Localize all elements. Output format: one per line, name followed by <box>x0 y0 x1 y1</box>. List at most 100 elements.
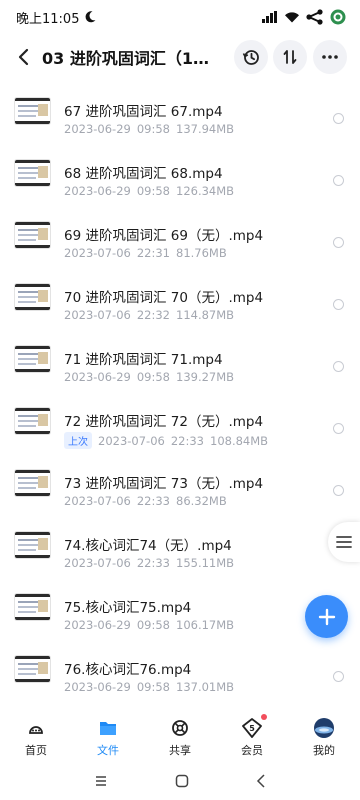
file-row[interactable]: 73 进阶巩固词汇 73（无）.mp4 2023-07-06 22:33 86.… <box>0 452 360 514</box>
file-date: 2023-06-29 <box>64 184 131 198</box>
file-meta: 2023-06-29 09:58 126.34MB <box>64 184 234 198</box>
file-meta: 2023-07-06 22:32 114.87MB <box>64 308 234 322</box>
select-checkbox[interactable] <box>333 175 344 186</box>
file-row[interactable]: 74.核心词汇74（无）.mp4 2023-07-06 22:33 155.11… <box>0 514 360 576</box>
file-size: 137.01MB <box>176 680 235 694</box>
file-date: 2023-06-29 <box>64 680 131 694</box>
file-date: 2023-07-06 <box>98 433 165 448</box>
file-meta: 2023-06-29 09:58 139.27MB <box>64 370 234 384</box>
file-time: 09:58 <box>136 618 170 632</box>
sort-icon <box>283 50 297 64</box>
file-row[interactable]: 76.核心词汇76.mp4 2023-06-29 09:58 137.01MB <box>0 638 360 700</box>
tab-profile[interactable]: 我的 <box>288 712 360 762</box>
tab-label: 首页 <box>25 744 47 757</box>
tab-label: 我的 <box>313 744 335 757</box>
home-nav-icon[interactable] <box>175 774 189 788</box>
file-row[interactable]: 69 进阶巩固词汇 69（无）.mp4 2023-07-06 22:31 81.… <box>0 204 360 266</box>
file-size: 81.76MB <box>176 246 227 260</box>
file-date: 2023-07-06 <box>64 308 131 322</box>
video-thumbnail <box>14 97 51 125</box>
tab-share[interactable]: 共享 <box>144 712 216 762</box>
file-name: 75.核心词汇75.mp4 <box>64 600 192 616</box>
avatar-icon <box>314 718 334 738</box>
file-date: 2023-06-29 <box>64 122 131 136</box>
file-name: 72 进阶巩固词汇 72（无）.mp4 <box>64 414 264 430</box>
file-meta: 2023-06-29 09:58 137.01MB <box>64 680 234 694</box>
bottom-tab-bar: 首页 文件 共享 5 会员 我的 <box>0 712 360 762</box>
file-name: 69 进阶巩固词汇 69（无）.mp4 <box>64 228 264 244</box>
file-time: 22:31 <box>136 246 170 260</box>
folder-icon <box>100 722 116 735</box>
file-name: 67 进阶巩固词汇 67.mp4 <box>64 104 223 120</box>
video-thumbnail <box>14 345 51 373</box>
file-meta: 上次 2023-07-06 22:33 108.84MB <box>64 432 268 449</box>
file-size: 86.32MB <box>176 494 227 508</box>
header: 03 进阶巩固词汇（110... <box>0 36 360 78</box>
file-row[interactable]: 71 进阶巩固词汇 71.mp4 2023-06-29 09:58 139.27… <box>0 328 360 390</box>
page-title: 03 进阶巩固词汇（110... <box>42 49 220 68</box>
sort-button[interactable] <box>273 40 307 74</box>
file-time: 22:33 <box>170 433 204 448</box>
status-time-group: 晚上11:05 <box>16 8 97 27</box>
file-time: 09:58 <box>136 370 170 384</box>
file-time: 22:32 <box>136 308 170 322</box>
tab-label: 共享 <box>169 744 191 757</box>
file-size: 106.17MB <box>176 618 235 632</box>
file-date: 2023-06-29 <box>64 618 131 632</box>
more-button[interactable] <box>313 40 347 74</box>
tab-home[interactable]: 首页 <box>0 712 72 762</box>
file-date: 2023-06-29 <box>64 370 131 384</box>
video-thumbnail <box>14 221 51 249</box>
history-icon <box>242 50 259 65</box>
app-icon <box>330 9 346 25</box>
share-hub-icon <box>172 720 188 736</box>
tab-label: 文件 <box>97 744 119 757</box>
file-meta: 2023-07-06 22:33 155.11MB <box>64 556 234 570</box>
last-viewed-badge: 上次 <box>64 432 92 449</box>
back-nav-icon[interactable] <box>256 774 266 788</box>
back-button[interactable] <box>10 42 36 72</box>
file-date: 2023-07-06 <box>64 494 131 508</box>
file-meta: 2023-07-06 22:31 81.76MB <box>64 246 227 260</box>
plus-icon <box>318 608 335 625</box>
tab-files[interactable]: 文件 <box>72 712 144 762</box>
notification-dot <box>261 714 267 720</box>
video-thumbnail <box>14 159 51 187</box>
video-thumbnail <box>14 469 51 497</box>
more-icon <box>322 55 338 59</box>
file-size: 137.94MB <box>176 122 235 136</box>
menu-icon <box>336 536 352 548</box>
menu-nav-icon[interactable] <box>94 775 108 787</box>
history-button[interactable] <box>234 40 268 74</box>
file-row[interactable]: 68 进阶巩固词汇 68.mp4 2023-06-29 09:58 126.34… <box>0 142 360 204</box>
select-checkbox[interactable] <box>333 237 344 248</box>
home-icon <box>29 726 43 734</box>
file-row[interactable]: 67 进阶巩固词汇 67.mp4 2023-06-29 09:58 137.94… <box>0 80 360 142</box>
status-time: 晚上11:05 <box>16 11 80 27</box>
file-size: 108.84MB <box>210 433 269 448</box>
system-nav-bar <box>0 762 360 800</box>
select-checkbox[interactable] <box>333 113 344 124</box>
file-row[interactable]: 70 进阶巩固词汇 70（无）.mp4 2023-07-06 22:32 114… <box>0 266 360 328</box>
status-bar: 晚上11:05 <box>0 0 360 34</box>
video-thumbnail <box>14 283 51 311</box>
file-meta: 2023-06-29 09:58 137.94MB <box>64 122 234 136</box>
video-thumbnail <box>14 593 51 621</box>
file-time: 09:58 <box>136 184 170 198</box>
status-icons <box>262 9 346 25</box>
video-thumbnail <box>14 531 51 559</box>
side-menu-handle[interactable] <box>328 522 360 562</box>
select-checkbox[interactable] <box>333 361 344 372</box>
tab-vip[interactable]: 5 会员 <box>216 712 288 762</box>
select-checkbox[interactable] <box>333 299 344 310</box>
file-row[interactable]: 72 进阶巩固词汇 72（无）.mp4 上次 2023-07-06 22:33 … <box>0 390 360 452</box>
add-button[interactable] <box>305 595 348 638</box>
file-time: 22:33 <box>136 556 170 570</box>
file-size: 126.34MB <box>176 184 235 198</box>
wifi-icon <box>285 12 299 23</box>
file-size: 114.87MB <box>176 308 235 322</box>
vip-icon: 5 <box>242 718 262 738</box>
select-checkbox[interactable] <box>333 671 344 682</box>
select-checkbox[interactable] <box>333 485 344 496</box>
select-checkbox[interactable] <box>333 423 344 434</box>
